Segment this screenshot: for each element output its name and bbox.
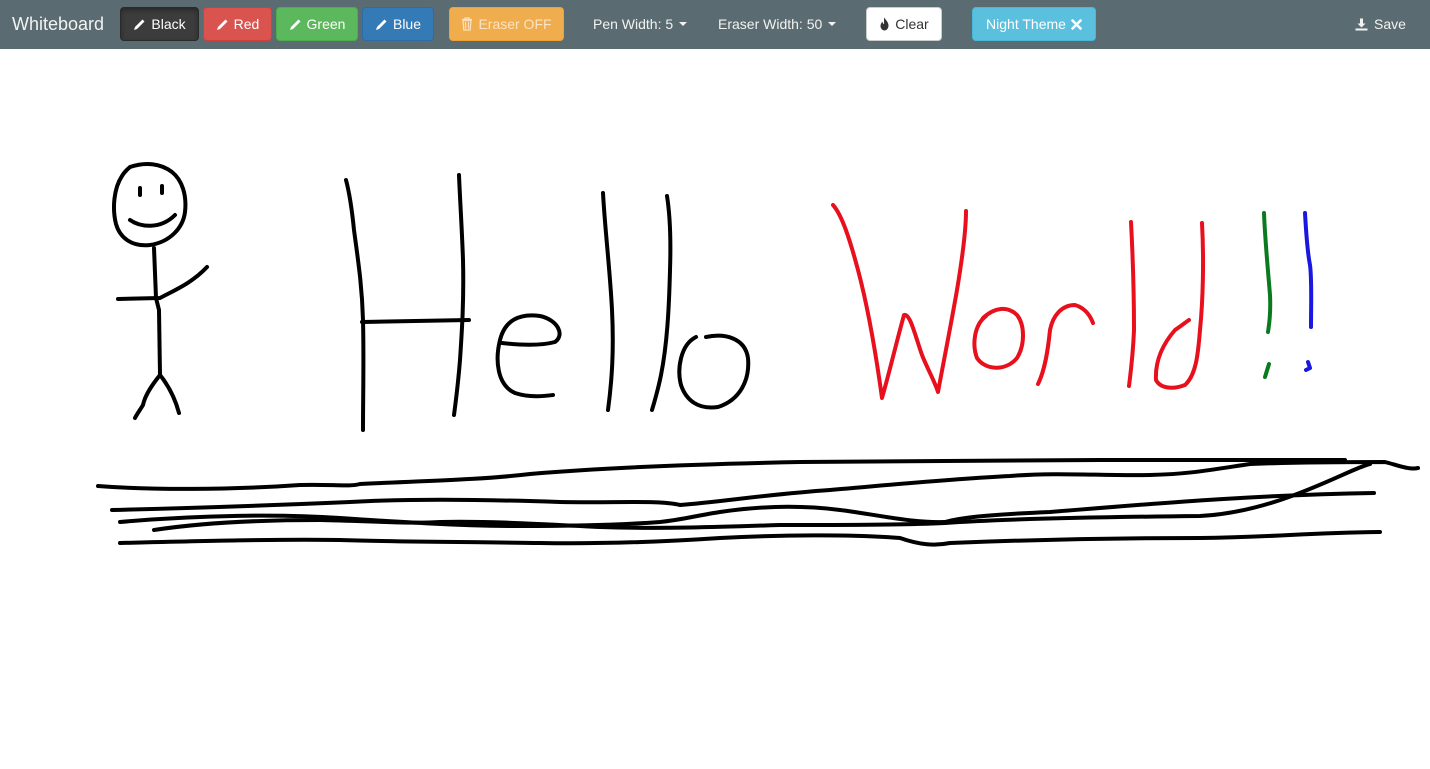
caret-down-icon bbox=[828, 22, 837, 26]
black-pen-button[interactable]: Black bbox=[120, 7, 199, 41]
caret-down-icon bbox=[679, 22, 688, 26]
save-label: Save bbox=[1374, 16, 1406, 32]
download-icon bbox=[1355, 18, 1368, 30]
clear-label: Clear bbox=[895, 16, 929, 32]
hello-text-drawing bbox=[344, 173, 751, 432]
blue-pen-label: Blue bbox=[392, 16, 422, 32]
trash-icon bbox=[462, 17, 473, 31]
eraser-toggle-label: Eraser OFF bbox=[478, 16, 552, 32]
pencil-icon bbox=[216, 19, 228, 30]
pencil-icon bbox=[289, 19, 301, 30]
app-brand[interactable]: Whiteboard bbox=[12, 12, 104, 36]
toolbar: Whiteboard Black Red Green Blue Eraser O… bbox=[0, 0, 1430, 49]
black-pen-label: Black bbox=[151, 16, 186, 32]
pen-width-label: Pen Width: 5 bbox=[593, 16, 674, 32]
scribble-lines-drawing bbox=[96, 458, 1420, 547]
green-pen-label: Green bbox=[306, 16, 346, 32]
close-icon bbox=[1071, 18, 1082, 30]
red-pen-button[interactable]: Red bbox=[203, 7, 272, 41]
stick-figure-drawing bbox=[112, 162, 209, 420]
pencil-icon bbox=[134, 19, 145, 30]
save-button[interactable]: Save bbox=[1355, 14, 1406, 34]
red-pen-label: Red bbox=[233, 16, 260, 32]
night-theme-button[interactable]: Night Theme bbox=[972, 7, 1096, 41]
exclamation-marks-drawing bbox=[1262, 211, 1314, 379]
world-text-drawing bbox=[831, 203, 1206, 400]
green-pen-button[interactable]: Green bbox=[276, 7, 358, 41]
eraser-width-dropdown[interactable]: Eraser Width: 50 bbox=[718, 14, 837, 34]
eraser-toggle-button[interactable]: Eraser OFF bbox=[449, 7, 564, 41]
pencil-icon bbox=[375, 19, 387, 30]
fire-icon bbox=[880, 17, 889, 31]
drawing-canvas[interactable] bbox=[0, 49, 1430, 769]
clear-button[interactable]: Clear bbox=[866, 7, 942, 41]
eraser-width-label: Eraser Width: 50 bbox=[718, 16, 823, 32]
pen-width-dropdown[interactable]: Pen Width: 5 bbox=[593, 14, 688, 34]
night-theme-label: Night Theme bbox=[986, 16, 1066, 32]
canvas-drawing-layer bbox=[96, 162, 1420, 547]
blue-pen-button[interactable]: Blue bbox=[362, 7, 434, 41]
